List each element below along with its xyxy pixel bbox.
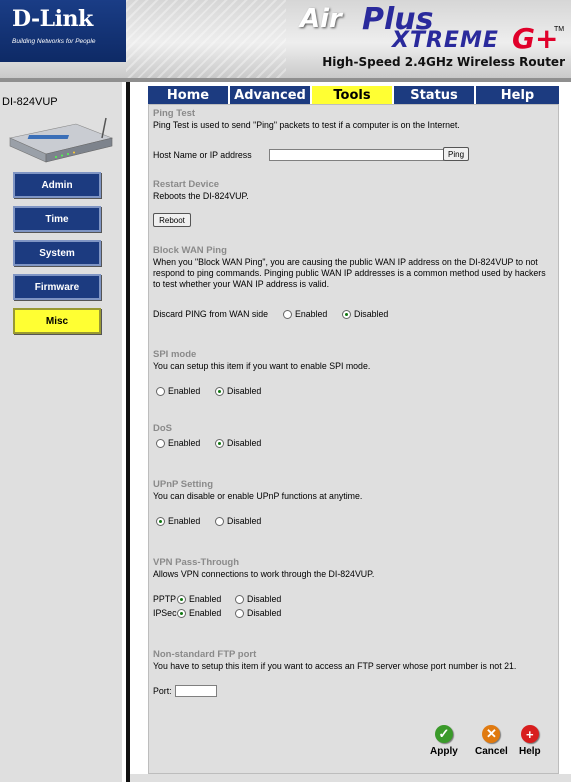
ftp-port-description: You have to setup this item if you want …	[153, 661, 517, 671]
logo-tagline: Building Networks for People	[12, 38, 96, 45]
discard-ping-label: Discard PING from WAN side	[153, 309, 269, 319]
logo-text: D-Link	[12, 6, 93, 32]
spi-disabled-radio[interactable]	[215, 387, 224, 396]
reboot-button[interactable]: Reboot	[153, 213, 191, 227]
discard-ping-enabled-radio[interactable]	[283, 310, 292, 319]
spi-enabled-radio[interactable]	[156, 387, 165, 396]
upnp-enabled-radio[interactable]	[156, 517, 165, 526]
host-input[interactable]	[269, 149, 444, 161]
upnp-description: You can disable or enable UPnP functions…	[153, 491, 363, 501]
upnp-title: UPnP Setting	[153, 479, 213, 490]
sidebar-button-firmware[interactable]: Firmware	[13, 274, 101, 300]
pptp-enabled-label: Enabled	[189, 594, 222, 604]
tab-home[interactable]: Home	[148, 86, 230, 104]
main-tabs: Home Advanced Tools Status Help	[148, 86, 559, 104]
upnp-enabled-label: Enabled	[168, 516, 201, 526]
ping-test-title: Ping Test	[153, 108, 196, 119]
model-name: DI-824VUP	[2, 96, 58, 108]
dos-disabled-radio[interactable]	[215, 439, 224, 448]
brand-trademark: TM	[554, 26, 565, 33]
ipsec-enabled-radio[interactable]	[177, 609, 186, 618]
ping-test-description: Ping Test is used to send "Ping" packets…	[153, 120, 460, 130]
ipsec-disabled-radio[interactable]	[235, 609, 244, 618]
apply-button[interactable]: ✓ Apply	[430, 725, 458, 757]
product-subtitle: High-Speed 2.4GHz Wireless Router	[322, 55, 565, 69]
tab-status[interactable]: Status	[394, 86, 476, 104]
dos-enabled-radio[interactable]	[156, 439, 165, 448]
tab-tools[interactable]: Tools	[312, 86, 394, 104]
sidebar-button-time[interactable]: Time	[13, 206, 101, 232]
restart-title: Restart Device	[153, 179, 220, 190]
tab-help[interactable]: Help	[476, 86, 559, 104]
help-button[interactable]: + Help	[519, 725, 541, 757]
content-panel: Ping Test Ping Test is used to send "Pin…	[148, 104, 559, 774]
apply-label: Apply	[430, 746, 458, 757]
sidebar-button-system[interactable]: System	[13, 240, 101, 266]
pptp-disabled-label: Disabled	[247, 594, 282, 604]
dos-title: DoS	[153, 423, 172, 434]
block-wan-ping-title: Block WAN Ping	[153, 245, 227, 256]
vpn-title: VPN Pass-Through	[153, 557, 240, 568]
checkmark-icon: ✓	[434, 725, 453, 743]
bottom-strip	[130, 774, 571, 782]
page-header: D-Link Building Networks for People Air …	[0, 0, 571, 78]
port-label: Port:	[153, 686, 172, 696]
sidebar-button-admin[interactable]: Admin	[13, 172, 101, 198]
router-image	[9, 117, 113, 163]
upnp-disabled-radio[interactable]	[215, 517, 224, 526]
ipsec-disabled-label: Disabled	[247, 608, 282, 618]
spi-enabled-label: Enabled	[168, 386, 201, 396]
discard-ping-disabled-radio[interactable]	[342, 310, 351, 319]
ping-button[interactable]: Ping	[443, 147, 469, 161]
pptp-label: PPTP	[153, 594, 176, 604]
dlink-logo: D-Link Building Networks for People	[0, 0, 126, 62]
sidebar: DI-824VUP Admin Time System Firmware Mis…	[0, 82, 122, 782]
block-wan-ping-description: When you "Block WAN Ping", you are causi…	[153, 257, 546, 289]
tab-advanced[interactable]: Advanced	[230, 86, 312, 104]
dos-enabled-label: Enabled	[168, 438, 201, 448]
discard-ping-disabled-label: Disabled	[354, 309, 389, 319]
sidebar-button-misc[interactable]: Misc	[13, 308, 101, 334]
host-label: Host Name or IP address	[153, 150, 252, 160]
spi-disabled-label: Disabled	[227, 386, 262, 396]
sidebar-divider	[126, 82, 130, 782]
cancel-label: Cancel	[475, 746, 508, 757]
cancel-x-icon: ✕	[482, 725, 501, 743]
pptp-enabled-radio[interactable]	[177, 595, 186, 604]
restart-description: Reboots the DI-824VUP.	[153, 191, 249, 201]
ipsec-label: IPSec	[153, 608, 177, 618]
spi-mode-description: You can setup this item if you want to e…	[153, 361, 371, 371]
vpn-description: Allows VPN connections to work through t…	[153, 569, 375, 579]
pptp-disabled-radio[interactable]	[235, 595, 244, 604]
cancel-button[interactable]: ✕ Cancel	[475, 725, 508, 757]
brand-gplus: G+	[512, 22, 559, 55]
spi-mode-title: SPI mode	[153, 349, 197, 360]
ipsec-enabled-label: Enabled	[189, 608, 222, 618]
discard-ping-enabled-label: Enabled	[295, 309, 328, 319]
ftp-port-input[interactable]	[175, 685, 217, 697]
brand-xtreme: XTREME	[392, 28, 499, 53]
dos-disabled-label: Disabled	[227, 438, 262, 448]
ftp-port-title: Non-standard FTP port	[153, 649, 257, 660]
help-plus-icon: +	[520, 725, 539, 743]
help-label: Help	[519, 746, 541, 757]
header-decoration	[126, 0, 286, 78]
upnp-disabled-label: Disabled	[227, 516, 262, 526]
brand-air: Air	[300, 4, 342, 34]
